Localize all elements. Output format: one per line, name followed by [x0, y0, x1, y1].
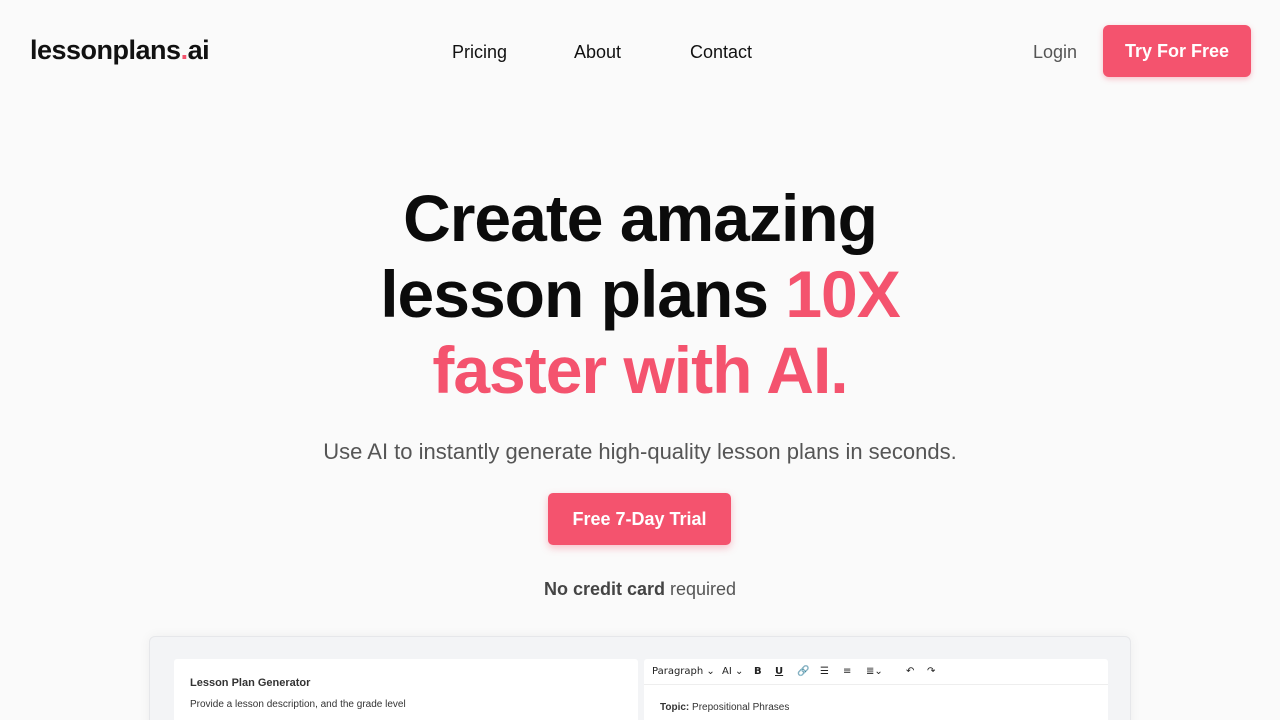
- hero-title: Create amazing lesson plans 10X faster w…: [0, 180, 1280, 408]
- align-dropdown-icon[interactable]: ≣⌄: [866, 665, 883, 679]
- link-icon[interactable]: 🔗: [797, 665, 809, 679]
- hero-title-line3: faster with AI.: [432, 333, 848, 407]
- try-for-free-button[interactable]: Try For Free: [1103, 25, 1251, 77]
- product-preview: Lesson Plan Generator Provide a lesson d…: [149, 636, 1131, 720]
- topic-line: Topic: Prepositional Phrases: [660, 702, 790, 713]
- editor-toolbar: Paragraph ⌄ AI ⌄ B U 🔗 ☰ ≡ ≣⌄ ↶ ↷: [644, 659, 1108, 685]
- main-nav: Pricing About Contact: [0, 40, 1280, 64]
- nav-about[interactable]: About: [574, 40, 621, 64]
- nav-contact[interactable]: Contact: [690, 40, 752, 64]
- hero-subtitle: Use AI to instantly generate high-qualit…: [323, 439, 957, 464]
- hero-title-line1: Create amazing: [403, 181, 878, 255]
- underline-button[interactable]: U: [775, 665, 783, 679]
- bullet-list-icon[interactable]: ☰: [820, 665, 829, 679]
- hero-title-accent-10x: 10X: [785, 257, 900, 331]
- hero-title-line2: lesson plans: [380, 257, 786, 331]
- login-link[interactable]: Login: [1033, 40, 1077, 64]
- generator-panel: Lesson Plan Generator Provide a lesson d…: [174, 659, 638, 720]
- free-trial-button[interactable]: Free 7-Day Trial: [548, 493, 731, 545]
- generator-description: Provide a lesson description, and the gr…: [190, 699, 406, 710]
- editor-panel: Paragraph ⌄ AI ⌄ B U 🔗 ☰ ≡ ≣⌄ ↶ ↷ Topic:…: [644, 659, 1108, 720]
- ai-dropdown[interactable]: AI ⌄: [722, 665, 743, 679]
- bold-button[interactable]: B: [754, 665, 762, 679]
- no-credit-card-note: No credit card required: [543, 579, 737, 599]
- nav-pricing[interactable]: Pricing: [452, 40, 507, 64]
- generator-title: Lesson Plan Generator: [190, 677, 311, 689]
- undo-icon[interactable]: ↶: [906, 665, 914, 679]
- redo-icon[interactable]: ↷: [927, 665, 935, 679]
- numbered-list-icon[interactable]: ≡: [843, 665, 851, 679]
- paragraph-dropdown[interactable]: Paragraph ⌄: [652, 665, 715, 679]
